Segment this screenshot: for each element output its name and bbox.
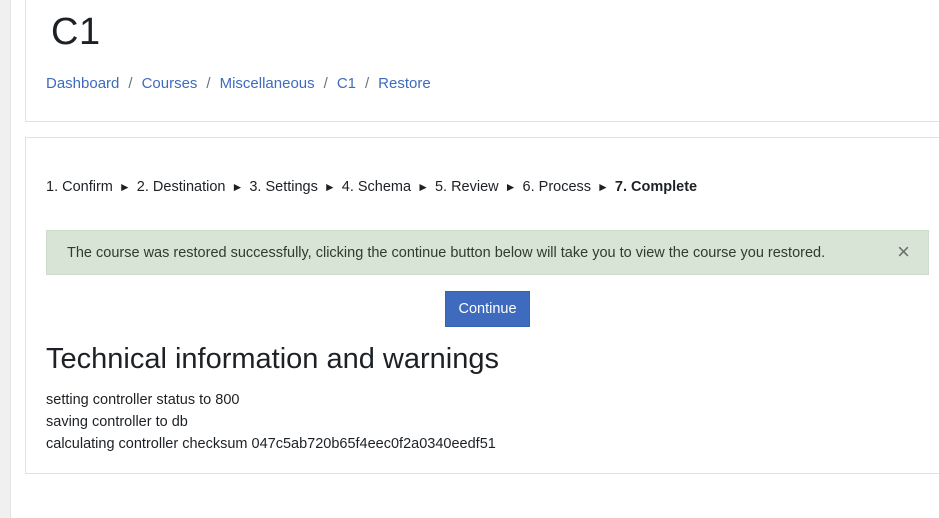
log-line: saving controller to db (46, 414, 188, 430)
restore-progress-steps: 1. Confirm ► 2. Destination ► 3. Settings ► 4.… (46, 179, 697, 195)
success-alert: The course was restored successfully, cl… (46, 230, 929, 275)
breadcrumb-separator: / (206, 75, 211, 92)
technical-info-heading: Technical information and warnings (46, 343, 499, 375)
breadcrumb-c1[interactable]: C1 (337, 75, 356, 92)
technical-info-log: setting controller status to 800 saving … (46, 389, 496, 455)
breadcrumb-separator: / (128, 75, 133, 92)
log-line: calculating controller checksum 047c5ab7… (46, 436, 496, 452)
step-settings: 3. Settings (249, 179, 318, 195)
page-header: C1 Dashboard / Courses / Miscellaneous /… (25, 0, 939, 122)
step-confirm: 1. Confirm (46, 179, 113, 195)
step-arrow-icon: ► (597, 180, 609, 194)
step-process: 6. Process (522, 179, 592, 195)
step-arrow-icon: ► (417, 180, 429, 194)
step-arrow-icon: ► (323, 180, 336, 194)
breadcrumb-separator: / (323, 75, 328, 92)
log-line: setting controller status to 800 (46, 392, 240, 408)
breadcrumb-courses[interactable]: Courses (142, 75, 198, 92)
step-complete: 7. Complete (614, 179, 698, 195)
breadcrumb-miscellaneous[interactable]: Miscellaneous (220, 75, 315, 92)
step-arrow-icon: ► (504, 180, 517, 194)
continue-button[interactable]: Continue (445, 291, 530, 327)
close-icon[interactable]: × (897, 241, 910, 263)
breadcrumb-restore[interactable]: Restore (378, 75, 431, 92)
step-schema: 4. Schema (341, 179, 412, 195)
breadcrumb: Dashboard / Courses / Miscellaneous / C1… (46, 75, 431, 92)
left-drawer-edge (0, 0, 11, 518)
step-review: 5. Review (434, 179, 499, 195)
restore-content: 1. Confirm ► 2. Destination ► 3. Settings ► 4.… (25, 137, 939, 474)
page-title: C1 (51, 11, 101, 53)
breadcrumb-separator: / (365, 75, 370, 92)
step-destination: 2. Destination (136, 179, 226, 195)
breadcrumb-dashboard[interactable]: Dashboard (46, 75, 119, 92)
success-alert-message: The course was restored successfully, cl… (67, 244, 826, 261)
step-arrow-icon: ► (231, 180, 244, 194)
step-arrow-icon: ► (118, 180, 131, 194)
